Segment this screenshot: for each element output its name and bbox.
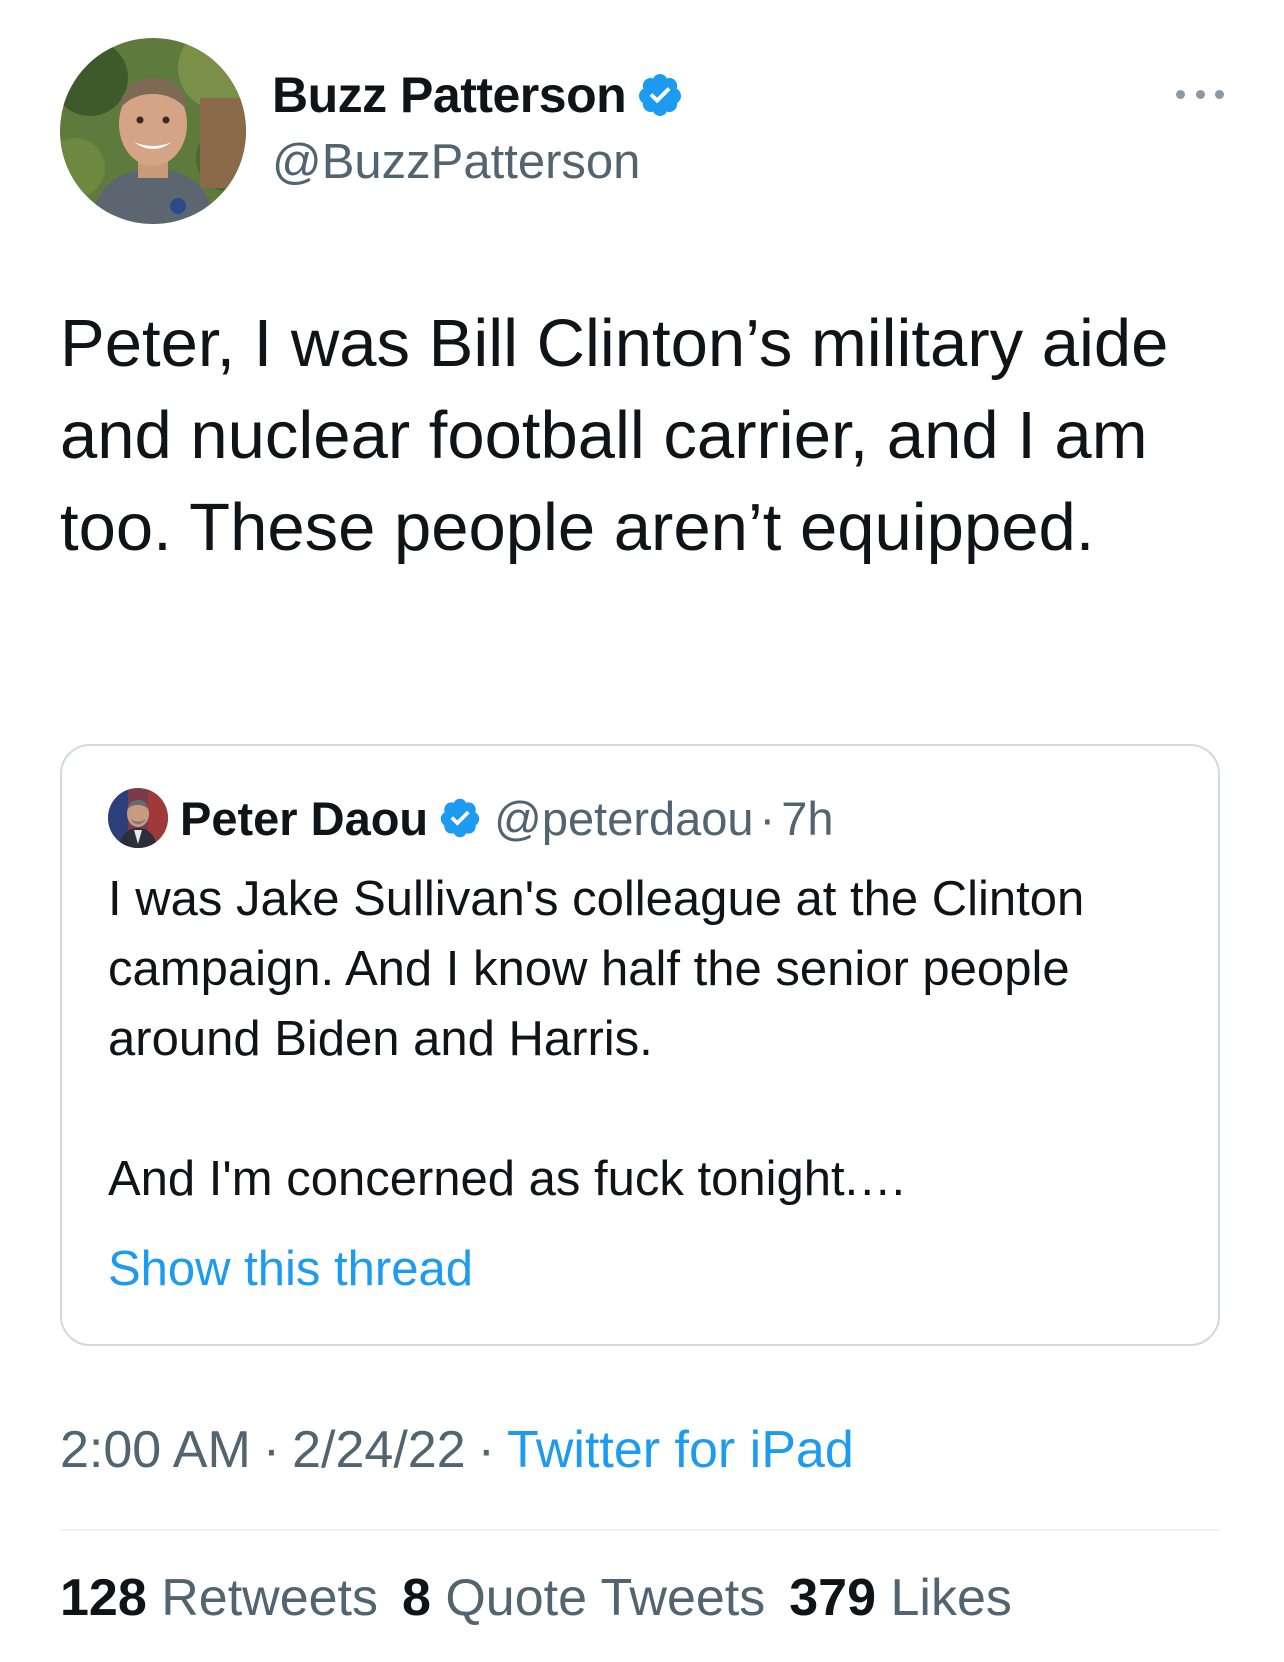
retweets-count: 128: [60, 1569, 147, 1627]
verified-badge-icon: [639, 74, 682, 116]
quoted-tweet-time: 7h: [781, 791, 834, 845]
quoted-author-display-name: Peter Daou: [180, 791, 429, 845]
meta-separator: ·: [477, 1421, 495, 1479]
likes-label: Likes: [890, 1569, 1012, 1627]
more-dot: [1215, 89, 1224, 99]
author-avatar[interactable]: [60, 38, 246, 224]
quoted-author-avatar: [108, 788, 168, 848]
more-options-icon[interactable]: [1176, 82, 1224, 106]
quote-tweets-stat[interactable]: 8 Quote Tweets: [402, 1569, 765, 1627]
retweets-stat[interactable]: 128 Retweets: [60, 1569, 378, 1627]
tweet-source-link[interactable]: Twitter for iPad: [507, 1421, 854, 1479]
quoted-tweet-text: I was Jake Sullivan's colleague at the C…: [108, 864, 1188, 1214]
quoted-author-handle: @peterdaou: [494, 791, 754, 845]
tweet-text: Peter, I was Bill Clinton’s military aid…: [60, 306, 1169, 565]
more-dot: [1195, 89, 1205, 99]
quote-tweets-count: 8: [401, 1569, 431, 1627]
tweet-stats: 128 Retweets 8 Quote Tweets 379 Likes: [60, 1568, 1036, 1628]
author-name-row[interactable]: Buzz Patterson: [272, 64, 684, 126]
quoted-tweet-paragraph: I was Jake Sullivan's colleague at the C…: [108, 872, 1085, 1066]
tweet-date[interactable]: 2/24/22: [292, 1421, 466, 1479]
quoted-tweet-paragraph: And I'm concerned as fuck tonight.…: [108, 1152, 908, 1206]
likes-stat[interactable]: 379 Likes: [789, 1569, 1012, 1627]
author-avatar-image: [60, 38, 246, 224]
quoted-author-avatar-image: [108, 788, 168, 848]
retweets-label: Retweets: [161, 1569, 378, 1627]
likes-count: 379: [789, 1569, 877, 1627]
tweet-meta-row: 2:00 AM · 2/24/22 · Twitter for iPad: [60, 1420, 854, 1480]
divider: [60, 1529, 1220, 1531]
meta-separator: ·: [262, 1421, 281, 1479]
quoted-tweet-header: Peter Daou @peterdaou · 7h: [108, 788, 833, 848]
more-dot: [1176, 89, 1185, 99]
quoted-tweet-card[interactable]: Peter Daou @peterdaou · 7h I was Jake Su…: [60, 744, 1220, 1346]
author-handle[interactable]: @BuzzPatterson: [272, 134, 640, 190]
tweet-timestamp[interactable]: 2:00 AM: [60, 1421, 251, 1479]
quote-tweets-label: Quote Tweets: [445, 1569, 766, 1627]
author-display-name[interactable]: Buzz Patterson: [272, 66, 627, 124]
quoted-separator: ·: [759, 791, 776, 845]
verified-badge-icon: [440, 798, 480, 838]
show-thread-link[interactable]: Show this thread: [108, 1234, 473, 1304]
